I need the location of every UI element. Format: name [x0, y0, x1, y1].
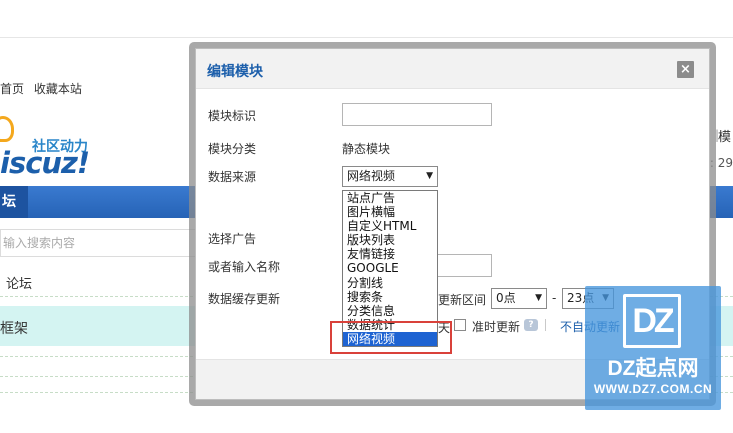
lightbulb-icon — [0, 116, 14, 142]
update-range-label: 更新区间 — [438, 293, 487, 307]
dropdown-option[interactable]: 版块列表 — [343, 233, 437, 247]
dropdown-option[interactable]: 搜索条 — [343, 290, 437, 304]
select-ad-label: 选择广告 — [208, 232, 257, 246]
dropdown-arrow-icon: ▼ — [426, 171, 433, 181]
breadcrumb-forum[interactable]: 论坛 — [6, 273, 32, 292]
watermark: DZ DZ起点网 WWW.DZ7.COM.CN — [585, 286, 721, 410]
from-hour-value: 0点 — [496, 291, 516, 305]
or-input-name-label: 或者输入名称 — [208, 260, 281, 274]
dropdown-option[interactable]: GOOGLE — [343, 261, 437, 275]
timed-update-checkbox[interactable] — [454, 319, 466, 331]
dropdown-arrow-icon: ▼ — [535, 293, 542, 303]
watermark-url: WWW.DZ7.COM.CN — [593, 382, 713, 396]
watermark-site-name: DZ起点网 — [607, 357, 699, 380]
nav-item-forum[interactable]: 坛 — [0, 186, 28, 218]
name-input[interactable] — [436, 254, 492, 277]
separator — [545, 319, 546, 331]
site-logo[interactable]: iscuz! — [0, 146, 90, 180]
data-source-label: 数据来源 — [208, 170, 257, 184]
help-icon[interactable]: ? — [524, 319, 538, 331]
frame-label: 框架 — [0, 321, 28, 337]
dropdown-option[interactable]: 友情链接 — [343, 247, 437, 261]
highlight-annotation-box — [330, 321, 452, 354]
cache-update-label: 数据缓存更新 — [208, 292, 281, 306]
dialog-header: 编辑模块 × — [196, 49, 709, 89]
data-source-value: 网络视频 — [347, 169, 396, 183]
dropdown-option[interactable]: 图片横幅 — [343, 205, 437, 219]
watermark-logo: DZ — [623, 294, 681, 348]
footer-strip — [0, 424, 733, 433]
dropdown-option[interactable]: 分割线 — [343, 276, 437, 290]
data-source-select[interactable]: 网络视频 ▼ — [342, 166, 438, 187]
top-links: 首页 收藏本站 — [0, 80, 88, 97]
dropdown-option[interactable]: 站点广告 — [343, 191, 437, 205]
block-category-label: 模块分类 — [208, 142, 257, 156]
top-toolbar — [0, 0, 733, 38]
dialog-title: 编辑模块 — [207, 64, 263, 80]
from-hour-select[interactable]: 0点 ▼ — [491, 288, 547, 309]
range-separator: - — [552, 291, 557, 305]
block-id-input[interactable] — [342, 103, 492, 126]
close-icon[interactable]: × — [677, 61, 694, 78]
home-link[interactable]: 首页 — [0, 82, 24, 96]
timed-update-label: 准时更新 — [472, 320, 521, 334]
header-right-text: 模 — [717, 130, 731, 145]
dropdown-option[interactable]: 自定义HTML — [343, 219, 437, 233]
bookmark-site-link[interactable]: 收藏本站 — [34, 82, 82, 96]
dropdown-option[interactable]: 分类信息 — [343, 304, 437, 318]
block-id-label: 模块标识 — [208, 109, 257, 123]
block-category-value: 静态模块 — [342, 142, 391, 156]
